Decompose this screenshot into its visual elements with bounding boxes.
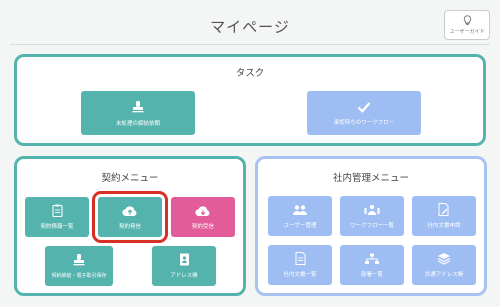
internal-management-title: 社内管理メニュー bbox=[332, 173, 409, 184]
cloud-download-icon bbox=[195, 205, 211, 217]
internal-document-request-label: 社内文書申請 bbox=[427, 223, 461, 229]
header-divider bbox=[10, 44, 490, 45]
contract-receive-button[interactable]: 契約受信 bbox=[171, 197, 235, 237]
contract-signing-storage-label: 契約締結・電子取引保存 bbox=[51, 273, 107, 279]
internal-management-panel: 社内管理メニュー ユーザー管理 ワークフロー一覧 社内文書申請 社内文書一覧 部… bbox=[255, 156, 487, 296]
contract-menu-title: 契約メニュー bbox=[101, 173, 159, 184]
layers-icon bbox=[437, 252, 451, 265]
page-title: マイページ bbox=[210, 18, 290, 36]
department-list-label: 部署一覧 bbox=[360, 271, 383, 278]
internal-document-request-button[interactable]: 社内文書申請 bbox=[412, 196, 476, 236]
pending-signing-requests-button[interactable]: 未処理の締結依頼 bbox=[81, 91, 195, 135]
contract-list-button[interactable]: 契約情報一覧 bbox=[25, 197, 89, 237]
user-management-button[interactable]: ユーザー管理 bbox=[268, 196, 332, 236]
workflow-list-label: ワークフロー一覧 bbox=[349, 222, 394, 229]
contract-list-label: 契約情報一覧 bbox=[40, 224, 74, 230]
stamp-icon bbox=[131, 100, 145, 114]
user-guide-button[interactable]: ユーザーガイド bbox=[444, 10, 490, 40]
document-edit-icon bbox=[438, 203, 450, 216]
workflow-icon bbox=[364, 204, 380, 216]
users-icon bbox=[292, 204, 308, 216]
shared-address-book-button[interactable]: 共通アドレス帳 bbox=[412, 245, 476, 285]
user-management-label: ユーザー管理 bbox=[283, 222, 317, 229]
pending-workflow-approvals-button[interactable]: 承認待ちのワークフロー bbox=[307, 91, 421, 135]
internal-document-list-button[interactable]: 社内文書一覧 bbox=[268, 245, 332, 285]
contract-menu-panel: 契約メニュー 契約情報一覧 契約発信 契約受信 契約締結・電子取引保存 アドレス… bbox=[14, 156, 246, 296]
stamp-icon bbox=[72, 253, 86, 267]
task-panel: タスク 未処理の締結依頼 承認待ちのワークフロー bbox=[14, 54, 486, 146]
clipboard-icon bbox=[51, 204, 63, 217]
task-panel-title: タスク bbox=[235, 68, 265, 79]
document-list-icon bbox=[295, 252, 306, 265]
checkmark-icon bbox=[357, 101, 371, 113]
internal-document-list-label: 社内文書一覧 bbox=[283, 272, 317, 278]
shared-address-book-label: 共通アドレス帳 bbox=[424, 272, 464, 278]
user-guide-label: ユーザーガイド bbox=[449, 29, 485, 35]
contract-send-label: 契約発信 bbox=[118, 223, 141, 230]
department-list-button[interactable]: 部署一覧 bbox=[340, 245, 404, 285]
cloud-upload-icon bbox=[122, 205, 138, 217]
contract-send-button[interactable]: 契約発信 bbox=[92, 191, 168, 243]
pending-signing-requests-label: 未処理の締結依頼 bbox=[115, 120, 160, 127]
lightbulb-icon bbox=[463, 15, 472, 26]
departments-icon bbox=[364, 253, 380, 265]
pending-workflow-approvals-label: 承認待ちのワークフロー bbox=[333, 119, 395, 126]
contract-signing-storage-button[interactable]: 契約締結・電子取引保存 bbox=[45, 246, 113, 286]
address-book-icon bbox=[179, 253, 190, 266]
workflow-list-button[interactable]: ワークフロー一覧 bbox=[340, 196, 404, 236]
address-book-label: アドレス帳 bbox=[170, 273, 198, 279]
contract-receive-label: 契約受信 bbox=[191, 223, 214, 230]
address-book-button[interactable]: アドレス帳 bbox=[152, 246, 216, 286]
